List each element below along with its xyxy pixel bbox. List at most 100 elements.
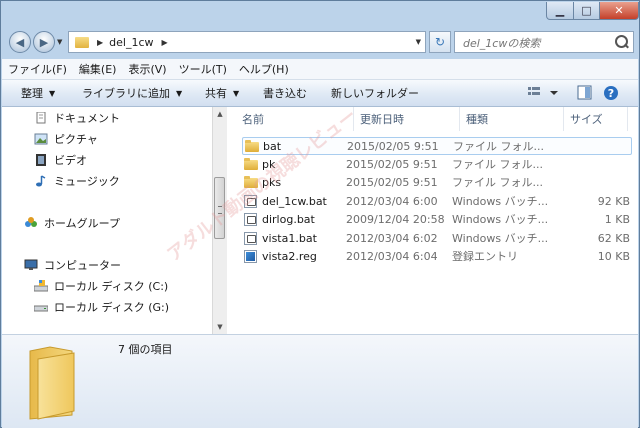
- burn-button[interactable]: 書き込む: [263, 80, 307, 106]
- breadcrumb-separator-icon[interactable]: ▶: [162, 38, 168, 47]
- file-date: 2015/02/05 9:51: [346, 176, 438, 189]
- column-header-type[interactable]: 種類: [460, 107, 564, 131]
- minimize-button[interactable]: ▁: [546, 2, 574, 20]
- file-date: 2012/03/04 6:00: [346, 194, 438, 208]
- grip-icon: [218, 206, 222, 214]
- file-row[interactable]: bat 2015/02/05 9:51 ファイル フォル...: [242, 137, 632, 155]
- nav-item-pictures[interactable]: ピクチャ: [34, 130, 98, 148]
- column-label: 名前: [242, 113, 264, 126]
- nav-scrollbar[interactable]: ▲ ▼: [212, 107, 227, 334]
- file-size: [558, 174, 630, 192]
- file-type: Windows バッチ...: [452, 194, 549, 208]
- add-to-library-label: ライブラリに追加: [82, 87, 170, 100]
- file-size: [559, 138, 631, 156]
- nav-item-documents[interactable]: ドキュメント: [34, 109, 120, 127]
- file-size: [558, 156, 630, 174]
- maximize-button[interactable]: □: [573, 2, 600, 20]
- file-row[interactable]: vista1.bat 2012/03/04 6:02 Windows バッチ... 6…: [242, 230, 632, 248]
- back-arrow-icon: ◀: [15, 35, 25, 49]
- file-date: 2009/12/04 20:58: [346, 213, 445, 226]
- new-folder-button[interactable]: 新しいフォルダー: [331, 80, 419, 106]
- file-date: 2012/03/04 6:04: [346, 250, 438, 263]
- folder-icon: [245, 140, 259, 152]
- menu-edit[interactable]: 編集(E): [73, 61, 123, 77]
- preview-pane-button[interactable]: [577, 85, 593, 104]
- file-size: 1 KB: [604, 213, 630, 226]
- file-size: 92 KB: [597, 194, 630, 208]
- search-box[interactable]: [454, 31, 634, 53]
- explorer-window: ▁ □ ✕ ◀ ▶ ▼ ▶ del_1cw ▶ ▼ ↻ ファイル(F) 編集(E…: [0, 0, 640, 428]
- share-button[interactable]: 共有 ▼: [205, 80, 239, 106]
- address-row: ◀ ▶ ▼ ▶ del_1cw ▶ ▼ ↻: [1, 27, 639, 57]
- column-header-name[interactable]: 名前: [236, 107, 354, 131]
- nav-item-local-disk-g[interactable]: ローカル ディスク (G:): [34, 298, 169, 316]
- file-type: Windows バッチ...: [452, 213, 549, 226]
- nav-item-videos[interactable]: ビデオ: [34, 151, 87, 169]
- computer-icon: [24, 259, 38, 270]
- file-row[interactable]: vista2.reg 2012/03/04 6:04 登録エントリ 10 KB: [242, 248, 632, 266]
- scroll-thumb[interactable]: [214, 177, 225, 239]
- file-list: 名前 更新日時 種類 サイズ bat 2015/02/05 9:51 ファイル フォ…: [228, 107, 638, 334]
- menu-help[interactable]: ヘルプ(H): [233, 61, 295, 77]
- system-drive-icon: [34, 280, 48, 292]
- column-header-date[interactable]: 更新日時: [354, 107, 460, 131]
- file-type: Windows バッチ...: [452, 231, 549, 245]
- refresh-icon: ↻: [434, 35, 446, 49]
- help-button[interactable]: ?: [603, 85, 619, 104]
- batch-file-icon: [244, 194, 257, 208]
- file-row[interactable]: pk 2015/02/05 9:51 ファイル フォル...: [242, 156, 632, 174]
- maximize-icon: □: [581, 4, 592, 17]
- view-options-icon: [528, 87, 558, 95]
- file-row[interactable]: dirlog.bat 2009/12/04 20:58 Windows バッチ...…: [242, 211, 632, 229]
- view-options-button[interactable]: [528, 85, 560, 104]
- nav-label: ピクチャ: [54, 133, 98, 146]
- menu-file[interactable]: ファイル(F): [2, 61, 73, 77]
- forward-button[interactable]: ▶: [33, 31, 55, 53]
- nav-item-music[interactable]: ミュージック: [34, 172, 120, 190]
- add-to-library-button[interactable]: ライブラリに追加 ▼: [82, 80, 182, 106]
- nav-label: ホームグループ: [44, 217, 121, 230]
- menu-view[interactable]: 表示(V): [122, 61, 172, 77]
- navigation-pane: ドキュメント ピクチャ ビデオ ミュージック ホームグループ コンピューター ロ…: [2, 107, 212, 334]
- nav-item-computer[interactable]: コンピューター: [24, 256, 121, 274]
- file-row[interactable]: pks 2015/02/05 9:51 ファイル フォル...: [242, 174, 632, 192]
- address-bar[interactable]: ▶ del_1cw ▶ ▼: [68, 31, 426, 53]
- file-row[interactable]: del_1cw.bat 2012/03/04 6:00 Windows バッチ...…: [242, 193, 632, 211]
- drive-icon: [34, 305, 48, 312]
- nav-item-local-disk-c[interactable]: ローカル ディスク (C:): [34, 277, 168, 295]
- dropdown-arrow-icon: ▼: [233, 88, 240, 98]
- burn-label: 書き込む: [263, 87, 307, 100]
- documents-icon: [36, 112, 46, 124]
- nav-item-homegroup[interactable]: ホームグループ: [24, 214, 120, 232]
- close-button[interactable]: ✕: [599, 2, 639, 20]
- batch-file-icon: [244, 213, 257, 226]
- search-input[interactable]: [461, 33, 615, 53]
- recent-pages-dropdown-icon[interactable]: ▼: [57, 38, 62, 46]
- folder-icon: [244, 157, 258, 170]
- breadcrumb-current-folder[interactable]: del_1cw: [109, 36, 153, 49]
- back-button[interactable]: ◀: [9, 31, 31, 53]
- nav-label: ローカル ディスク (C:): [54, 280, 169, 293]
- file-type: ファイル フォル...: [453, 140, 544, 153]
- preview-pane-icon: [577, 85, 592, 100]
- svg-text:?: ?: [608, 87, 614, 100]
- file-date: 2012/03/04 6:02: [346, 231, 438, 245]
- file-type: ファイル フォル...: [452, 157, 543, 171]
- menu-tools[interactable]: ツール(T): [173, 61, 233, 77]
- scroll-down-icon[interactable]: ▼: [213, 320, 227, 334]
- search-icon: [615, 35, 628, 48]
- address-dropdown-icon[interactable]: ▼: [416, 38, 421, 46]
- column-header-size[interactable]: サイズ: [564, 107, 628, 131]
- menu-bar: ファイル(F) 編集(E) 表示(V) ツール(T) ヘルプ(H): [2, 59, 638, 80]
- command-bar: 整理 ▼ ライブラリに追加 ▼ 共有 ▼ 書き込む 新しいフォルダー ?: [2, 80, 638, 107]
- music-icon: [36, 175, 46, 187]
- content-area: ドキュメント ピクチャ ビデオ ミュージック ホームグループ コンピューター ロ…: [2, 107, 638, 334]
- nav-label: コンピューター: [44, 259, 121, 272]
- organize-button[interactable]: 整理 ▼: [21, 80, 55, 106]
- refresh-button[interactable]: ↻: [429, 31, 451, 53]
- nav-label: ミュージック: [54, 175, 120, 188]
- breadcrumb-separator-icon[interactable]: ▶: [97, 38, 103, 47]
- file-type: ファイル フォル...: [452, 176, 543, 189]
- nav-label: ローカル ディスク (G:): [54, 301, 170, 314]
- scroll-up-icon[interactable]: ▲: [213, 107, 227, 121]
